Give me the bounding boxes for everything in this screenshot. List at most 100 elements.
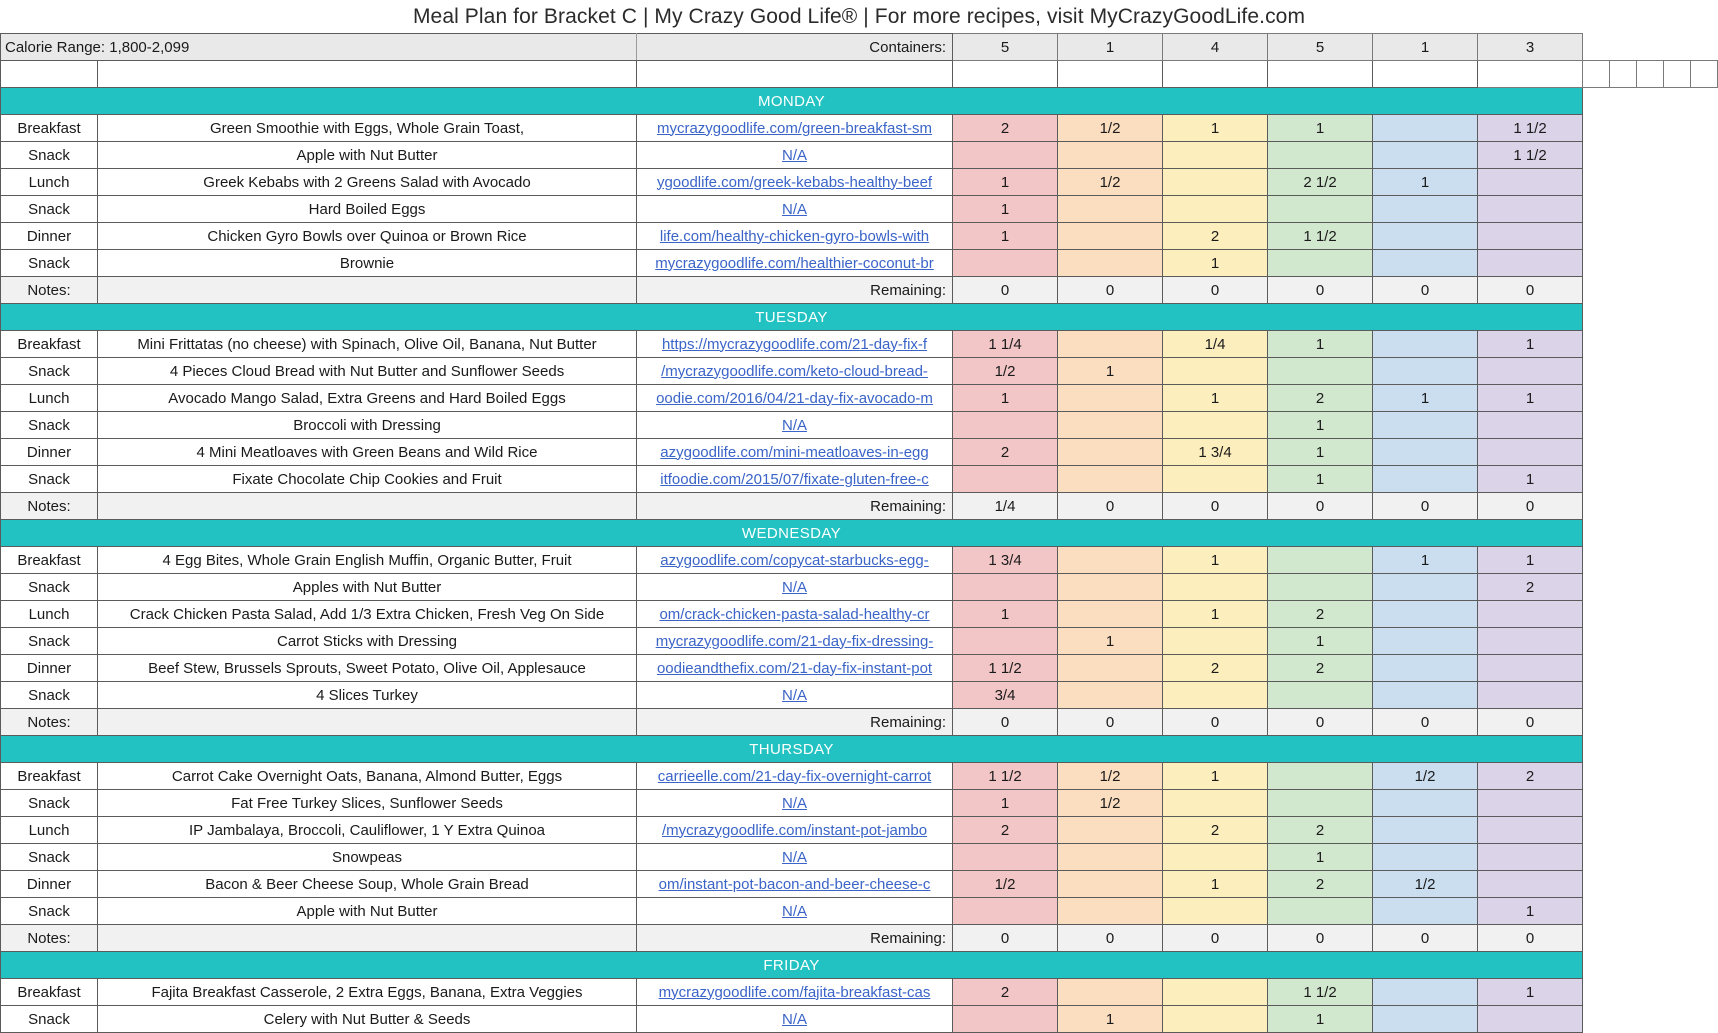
container-value-1[interactable]: 2 (952, 438, 1059, 466)
container-value-3[interactable]: 1 (1162, 384, 1269, 412)
container-value-2[interactable]: 1/2 (1057, 762, 1164, 790)
container-value-2[interactable]: 1/2 (1057, 168, 1164, 196)
container-value-3[interactable] (1162, 681, 1269, 709)
recipe-link[interactable]: https://mycrazygoodlife.com/21-day-fix-f (636, 330, 954, 358)
container-value-2[interactable] (1057, 843, 1164, 871)
container-value-5[interactable] (1372, 249, 1479, 277)
container-value-3[interactable]: 1 (1162, 546, 1269, 574)
container-value-6[interactable]: 1 (1477, 978, 1584, 1006)
recipe-link[interactable]: om/crack-chicken-pasta-salad-healthy-cr (636, 600, 954, 628)
container-value-1[interactable]: 1 (952, 600, 1059, 628)
container-value-1[interactable]: 2 (952, 114, 1059, 142)
container-value-1[interactable]: 1 1/4 (952, 330, 1059, 358)
container-value-4[interactable]: 2 (1267, 816, 1374, 844)
recipe-link[interactable]: om/instant-pot-bacon-and-beer-cheese-c (636, 870, 954, 898)
recipe-link[interactable]: life.com/healthy-chicken-gyro-bowls-with (636, 222, 954, 250)
container-value-1[interactable] (952, 627, 1059, 655)
container-value-6[interactable]: 2 (1477, 762, 1584, 790)
container-value-5[interactable] (1372, 816, 1479, 844)
container-value-3[interactable] (1162, 573, 1269, 601)
container-value-1[interactable]: 3/4 (952, 681, 1059, 709)
container-value-6[interactable]: 1 (1477, 546, 1584, 574)
container-value-2[interactable] (1057, 870, 1164, 898)
container-value-5[interactable] (1372, 330, 1479, 358)
container-value-1[interactable] (952, 1005, 1059, 1033)
container-value-6[interactable] (1477, 222, 1584, 250)
container-value-5[interactable] (1372, 357, 1479, 385)
container-value-6[interactable] (1477, 816, 1584, 844)
container-value-1[interactable]: 1 1/2 (952, 762, 1059, 790)
container-value-5[interactable] (1372, 573, 1479, 601)
container-value-6[interactable] (1477, 438, 1584, 466)
recipe-link[interactable]: oodieandthefix.com/21-day-fix-instant-po… (636, 654, 954, 682)
container-value-2[interactable] (1057, 897, 1164, 925)
container-value-3[interactable]: 1 (1162, 870, 1269, 898)
container-value-3[interactable]: 2 (1162, 654, 1269, 682)
container-value-5[interactable] (1372, 195, 1479, 223)
container-value-2[interactable] (1057, 681, 1164, 709)
container-value-3[interactable] (1162, 465, 1269, 493)
recipe-link[interactable]: mycrazygoodlife.com/fajita-breakfast-cas (636, 978, 954, 1006)
recipe-link-na[interactable]: N/A (636, 897, 954, 925)
container-value-1[interactable]: 1 1/2 (952, 654, 1059, 682)
container-value-2[interactable] (1057, 978, 1164, 1006)
container-value-4[interactable]: 1 (1267, 465, 1374, 493)
container-value-5[interactable] (1372, 789, 1479, 817)
recipe-link[interactable]: oodie.com/2016/04/21-day-fix-avocado-m (636, 384, 954, 412)
container-value-4[interactable] (1267, 249, 1374, 277)
container-value-3[interactable] (1162, 168, 1269, 196)
recipe-link[interactable]: mycrazygoodlife.com/21-day-fix-dressing- (636, 627, 954, 655)
container-value-1[interactable] (952, 249, 1059, 277)
container-value-5[interactable]: 1 (1372, 384, 1479, 412)
container-value-4[interactable]: 2 1/2 (1267, 168, 1374, 196)
container-value-3[interactable]: 1 (1162, 249, 1269, 277)
recipe-link-na[interactable]: N/A (636, 573, 954, 601)
container-value-4[interactable]: 1 1/2 (1267, 978, 1374, 1006)
container-value-3[interactable]: 2 (1162, 222, 1269, 250)
container-value-2[interactable] (1057, 600, 1164, 628)
container-value-4[interactable]: 1 (1267, 1005, 1374, 1033)
recipe-link[interactable]: azygoodlife.com/copycat-starbucks-egg- (636, 546, 954, 574)
container-value-6[interactable] (1477, 870, 1584, 898)
container-value-2[interactable] (1057, 573, 1164, 601)
container-value-3[interactable] (1162, 897, 1269, 925)
container-value-5[interactable] (1372, 222, 1479, 250)
container-value-6[interactable] (1477, 249, 1584, 277)
container-value-6[interactable] (1477, 681, 1584, 709)
container-value-1[interactable] (952, 573, 1059, 601)
container-value-2[interactable] (1057, 195, 1164, 223)
container-value-4[interactable]: 2 (1267, 870, 1374, 898)
container-value-2[interactable] (1057, 330, 1164, 358)
container-value-1[interactable]: 1 (952, 222, 1059, 250)
container-value-5[interactable] (1372, 1005, 1479, 1033)
container-value-1[interactable]: 1 (952, 195, 1059, 223)
container-value-4[interactable] (1267, 195, 1374, 223)
recipe-link[interactable]: /mycrazygoodlife.com/keto-cloud-bread- (636, 357, 954, 385)
container-value-2[interactable]: 1 (1057, 627, 1164, 655)
container-value-5[interactable] (1372, 681, 1479, 709)
container-value-5[interactable]: 1/2 (1372, 762, 1479, 790)
container-value-5[interactable] (1372, 897, 1479, 925)
container-value-5[interactable] (1372, 438, 1479, 466)
container-value-1[interactable]: 1 (952, 384, 1059, 412)
container-value-5[interactable] (1372, 654, 1479, 682)
container-value-1[interactable]: 1/2 (952, 357, 1059, 385)
notes-input[interactable] (96, 276, 638, 304)
container-value-5[interactable] (1372, 627, 1479, 655)
container-value-2[interactable] (1057, 438, 1164, 466)
container-value-5[interactable] (1372, 411, 1479, 439)
recipe-link-na[interactable]: N/A (636, 411, 954, 439)
container-value-6[interactable]: 1 (1477, 465, 1584, 493)
container-value-6[interactable]: 1 1/2 (1477, 141, 1584, 169)
container-value-4[interactable]: 2 (1267, 384, 1374, 412)
container-value-3[interactable] (1162, 627, 1269, 655)
container-value-5[interactable] (1372, 978, 1479, 1006)
container-value-6[interactable]: 2 (1477, 573, 1584, 601)
recipe-link-na[interactable]: N/A (636, 1005, 954, 1033)
container-value-3[interactable] (1162, 357, 1269, 385)
container-value-2[interactable]: 1/2 (1057, 789, 1164, 817)
recipe-link-na[interactable]: N/A (636, 141, 954, 169)
recipe-link[interactable]: ygoodlife.com/greek-kebabs-healthy-beef (636, 168, 954, 196)
container-value-4[interactable] (1267, 681, 1374, 709)
container-value-1[interactable] (952, 465, 1059, 493)
